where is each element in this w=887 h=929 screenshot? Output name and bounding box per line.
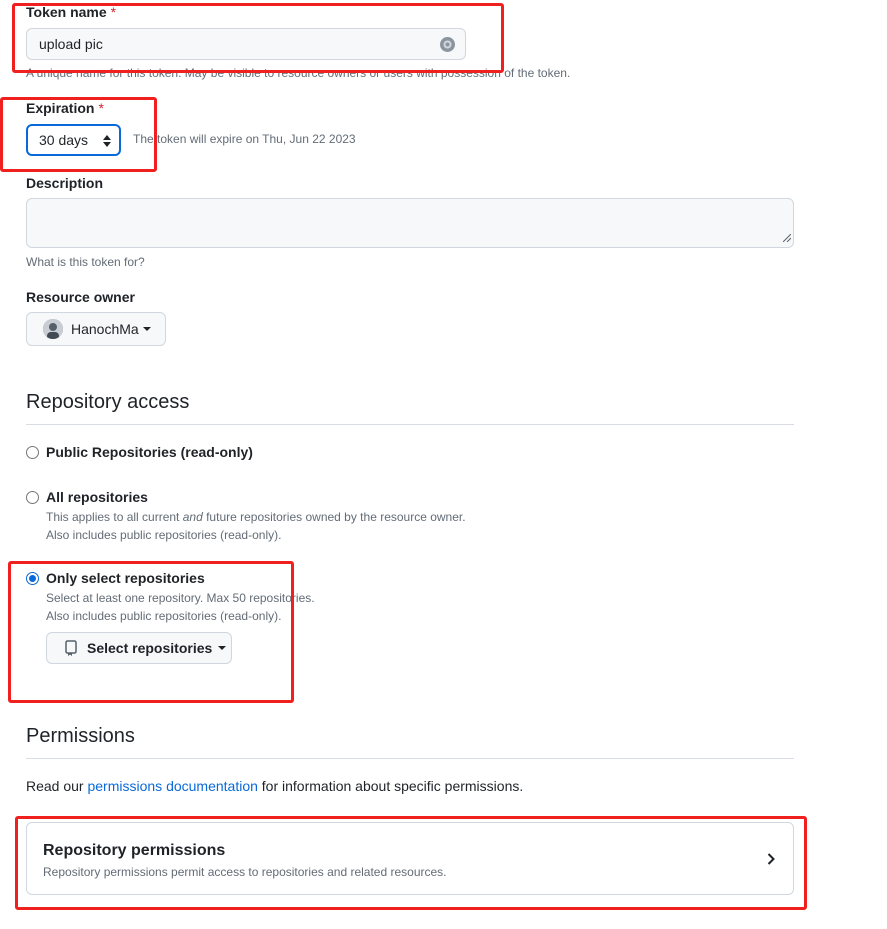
repository-permissions-card[interactable]: Repository permissions Repository permis… [26, 822, 794, 895]
permissions-heading: Permissions [26, 725, 135, 747]
repository-permissions-desc: Repository permissions permit access to … [43, 865, 447, 879]
option-only-select-title: Only select repositories [46, 570, 205, 586]
intro-text: Read our [26, 778, 88, 794]
repository-access-heading: Repository access [26, 391, 190, 413]
radio-only-select-repositories[interactable] [26, 572, 39, 585]
description-textarea[interactable] [26, 198, 794, 248]
option-only-select-desc2: Also includes public repositories (read-… [46, 609, 282, 623]
owner-name: HanochMa [71, 321, 139, 337]
option-all-repositories-title: All repositories [46, 489, 148, 505]
option-all-repositories-desc: This applies to all current and future r… [46, 508, 466, 526]
resize-handle-icon[interactable] [782, 229, 792, 245]
intro-text: for information about specific permissio… [257, 778, 524, 794]
chevron-right-icon [767, 852, 775, 870]
required-mark: * [110, 4, 117, 20]
option-all-repositories-desc2: Also includes public repositories (read-… [46, 528, 282, 542]
expiration-label-text: Expiration [26, 100, 95, 116]
desc-text: This applies to all current [46, 510, 183, 524]
password-manager-icon [440, 37, 455, 52]
select-repositories-button[interactable]: Select repositories [46, 632, 232, 664]
divider [26, 424, 794, 425]
token-name-hint: A unique name for this token. May be vis… [26, 66, 571, 80]
required-mark: * [98, 100, 104, 116]
repository-permissions-title: Repository permissions [43, 842, 226, 859]
caret-down-icon [142, 327, 151, 331]
token-name-value: upload pic [39, 36, 103, 52]
permissions-intro: Read our permissions documentation for i… [26, 778, 523, 794]
repo-icon [64, 639, 78, 659]
divider [26, 758, 794, 759]
description-label: Description [26, 175, 104, 191]
token-name-label-text: Token name [26, 4, 107, 20]
radio-all-repositories[interactable] [26, 491, 39, 504]
select-repositories-label: Select repositories [87, 640, 213, 656]
option-only-select-desc: Select at least one repository. Max 50 r… [46, 591, 315, 605]
resource-owner-label: Resource owner [26, 289, 135, 305]
description-hint: What is this token for? [26, 255, 145, 269]
expiration-note: The token will expire on Thu, Jun 22 202… [133, 132, 356, 146]
updown-arrows-icon [103, 134, 111, 150]
option-public-repositories-title: Public Repositories (read-only) [46, 444, 253, 460]
expiration-select[interactable]: 30 days [26, 124, 121, 156]
expiration-label: Expiration * [26, 100, 104, 116]
expiration-value: 30 days [39, 132, 89, 148]
desc-text: future repositories owned by the resourc… [202, 510, 466, 524]
token-name-input[interactable]: upload pic [26, 28, 466, 60]
resource-owner-dropdown[interactable]: HanochMa [26, 312, 166, 346]
radio-public-repositories[interactable] [26, 446, 39, 459]
caret-down-icon [218, 646, 227, 650]
avatar [43, 319, 63, 339]
desc-emphasis: and [182, 510, 203, 524]
permissions-documentation-link[interactable]: permissions documentation [87, 778, 257, 794]
token-name-label: Token name * [26, 4, 116, 20]
